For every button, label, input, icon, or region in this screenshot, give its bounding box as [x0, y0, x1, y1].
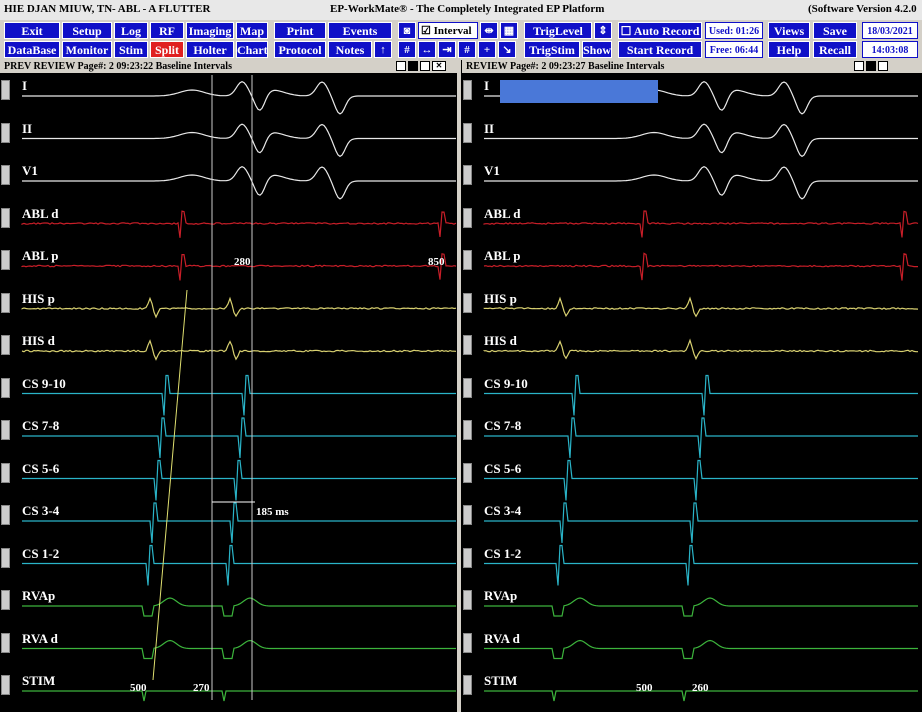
channel-handle[interactable]: [463, 293, 472, 313]
channel-label: RVAp: [484, 588, 517, 604]
channel-handle[interactable]: [1, 165, 10, 185]
channel-label: STIM: [22, 673, 55, 689]
channel-handle[interactable]: [463, 548, 472, 568]
redacted-area: [500, 80, 658, 103]
channel-label: II: [22, 121, 32, 137]
trace-stim: [22, 691, 456, 701]
trace-cs-5-6: [22, 461, 456, 501]
channel-label: CS 7-8: [22, 418, 59, 434]
stim-interval-260-right: 260: [692, 682, 709, 694]
trace-cs-7-8: [22, 418, 456, 458]
channel-label: ABL p: [484, 248, 521, 264]
trace-his-d: [22, 341, 456, 360]
cs-interval-185: 185 ms: [256, 506, 289, 518]
channel-handle[interactable]: [1, 675, 10, 695]
waveform-canvas: [0, 0, 922, 712]
trace-i: [22, 82, 456, 114]
trace-cs-5-6: [484, 461, 918, 501]
channel-handle[interactable]: [1, 463, 10, 483]
channel-handle[interactable]: [1, 208, 10, 228]
trace-rva-d: [22, 641, 456, 659]
channel-label: II: [484, 121, 494, 137]
channel-handle[interactable]: [1, 293, 10, 313]
channel-label: I: [484, 78, 489, 94]
channel-label: CS 3-4: [484, 503, 521, 519]
stim-interval-270: 270: [193, 682, 210, 694]
trace-cs-1-2: [22, 546, 456, 586]
trace-v1: [22, 167, 456, 199]
channel-label: HIS p: [484, 291, 517, 307]
trace-his-p: [22, 298, 456, 317]
trace-v1: [484, 167, 918, 199]
channel-label: CS 9-10: [22, 376, 66, 392]
channel-label: CS 1-2: [484, 546, 521, 562]
channel-label: CS 5-6: [484, 461, 521, 477]
trace-abl-d: [22, 211, 456, 238]
trace-cs-1-2: [484, 546, 918, 586]
channel-handle[interactable]: [463, 675, 472, 695]
trace-abl-d: [484, 211, 918, 237]
trace-cs-9-10: [484, 376, 918, 416]
channel-handle[interactable]: [463, 123, 472, 143]
channel-handle[interactable]: [1, 505, 10, 525]
channel-label: ABL p: [22, 248, 59, 264]
channel-label: V1: [484, 163, 500, 179]
channel-handle[interactable]: [1, 548, 10, 568]
trace-rvap: [22, 598, 456, 616]
trace-ii: [22, 124, 456, 156]
trace-cs-3-4: [484, 503, 918, 543]
channel-handle[interactable]: [1, 633, 10, 653]
channel-handle[interactable]: [1, 80, 10, 100]
channel-handle[interactable]: [463, 80, 472, 100]
trace-cs-9-10: [22, 376, 456, 416]
channel-label: ABL d: [484, 206, 521, 222]
stim-interval-500-right: 500: [636, 682, 653, 694]
channel-handle[interactable]: [463, 250, 472, 270]
channel-label: STIM: [484, 673, 517, 689]
abl-interval-280: 280: [234, 256, 251, 268]
channel-handle[interactable]: [463, 378, 472, 398]
trace-his-d: [484, 340, 918, 358]
channel-handle[interactable]: [463, 505, 472, 525]
channel-handle[interactable]: [463, 420, 472, 440]
channel-handle[interactable]: [463, 633, 472, 653]
trace-cs-7-8: [484, 418, 918, 458]
channel-handle[interactable]: [1, 420, 10, 440]
channel-handle[interactable]: [1, 378, 10, 398]
channel-handle[interactable]: [463, 335, 472, 355]
trace-his-p: [484, 298, 918, 316]
trace-rvap: [484, 598, 918, 616]
abl-interval-850: 850: [428, 256, 445, 268]
channel-label: RVA d: [484, 631, 520, 647]
channel-handle[interactable]: [463, 165, 472, 185]
trace-ii: [484, 124, 918, 156]
channel-handle[interactable]: [1, 123, 10, 143]
channel-label: CS 7-8: [484, 418, 521, 434]
trace-cs-3-4: [22, 503, 456, 543]
channel-label: I: [22, 78, 27, 94]
channel-label: CS 3-4: [22, 503, 59, 519]
channel-handle[interactable]: [1, 590, 10, 610]
channel-label: V1: [22, 163, 38, 179]
channel-label: RVAp: [22, 588, 55, 604]
channel-label: HIS p: [22, 291, 55, 307]
stim-interval-500: 500: [130, 682, 147, 694]
channel-label: HIS d: [22, 333, 55, 349]
channel-label: CS 1-2: [22, 546, 59, 562]
channel-label: ABL d: [22, 206, 59, 222]
channel-label: HIS d: [484, 333, 517, 349]
trace-rva-d: [484, 641, 918, 659]
channel-label: CS 5-6: [22, 461, 59, 477]
channel-handle[interactable]: [463, 590, 472, 610]
channel-handle[interactable]: [463, 463, 472, 483]
channel-handle[interactable]: [1, 335, 10, 355]
channel-label: CS 9-10: [484, 376, 528, 392]
trace-abl-p: [484, 253, 918, 280]
channel-handle[interactable]: [1, 250, 10, 270]
channel-handle[interactable]: [463, 208, 472, 228]
annotation-arrow: [153, 290, 187, 680]
channel-label: RVA d: [22, 631, 58, 647]
